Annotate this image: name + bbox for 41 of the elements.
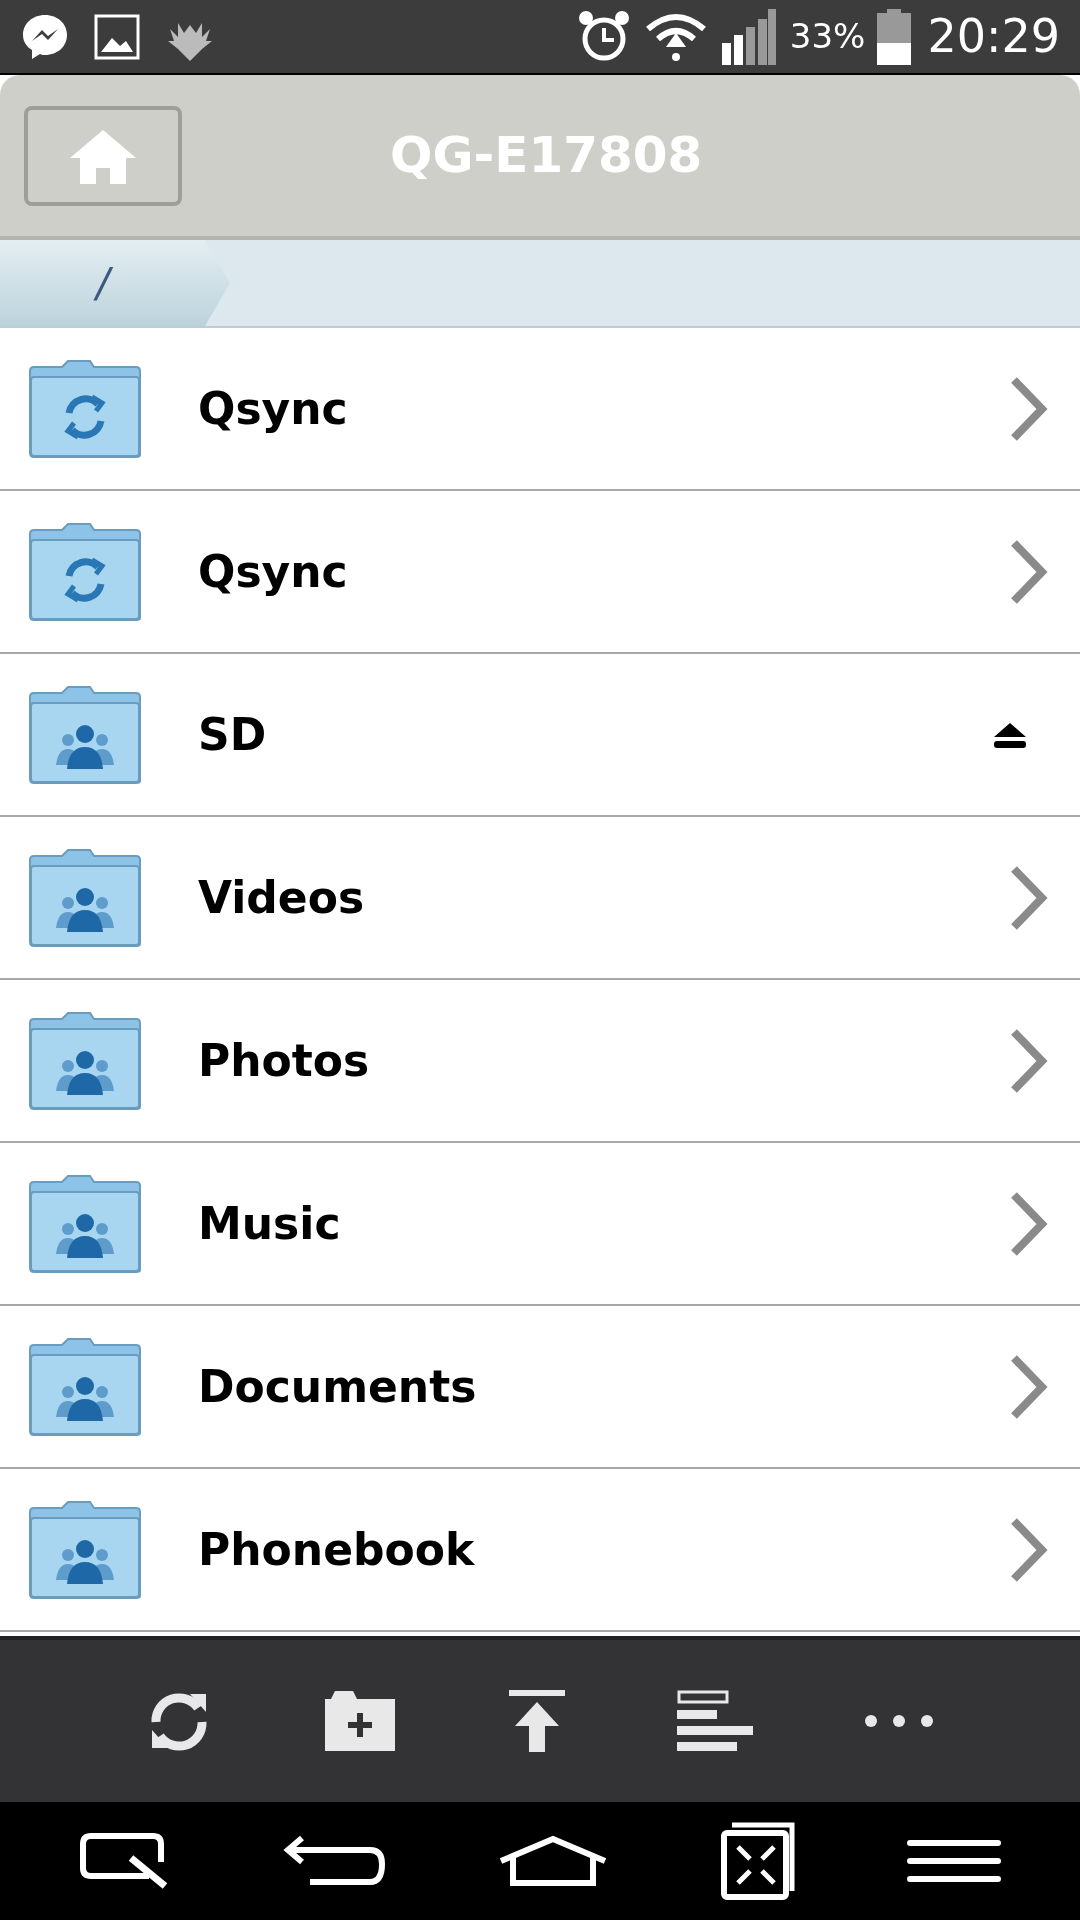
shared-folder-icon bbox=[28, 847, 142, 948]
sort-icon[interactable] bbox=[676, 1690, 753, 1752]
back-icon[interactable] bbox=[282, 1834, 387, 1888]
clock-time: 20:29 bbox=[927, 8, 1060, 65]
shared-folder-icon bbox=[28, 1499, 142, 1600]
image-icon bbox=[94, 13, 140, 60]
home-nav-icon[interactable] bbox=[497, 1835, 609, 1887]
folder-row[interactable]: Qsync bbox=[0, 491, 1080, 654]
signal-icon bbox=[719, 8, 778, 65]
folder-row[interactable]: SD bbox=[0, 654, 1080, 817]
folder-name: Qsync bbox=[198, 544, 349, 599]
folder-row[interactable]: Videos bbox=[0, 817, 1080, 980]
home-button[interactable] bbox=[24, 105, 182, 206]
more-icon[interactable] bbox=[864, 1714, 935, 1728]
folder-row[interactable]: Photos bbox=[0, 980, 1080, 1143]
folder-name: Phonebook bbox=[198, 1522, 476, 1577]
shared-folder-icon bbox=[28, 1336, 142, 1437]
folder-name: Photos bbox=[198, 1033, 371, 1088]
app-switch-icon[interactable] bbox=[719, 1821, 796, 1901]
upload-icon[interactable] bbox=[509, 1690, 565, 1752]
home-icon bbox=[68, 127, 138, 184]
folder-row[interactable]: Documents bbox=[0, 1306, 1080, 1469]
folder-name: Videos bbox=[198, 870, 366, 925]
folder-row[interactable]: Qsync bbox=[0, 328, 1080, 491]
sync-folder-icon bbox=[28, 521, 142, 622]
sync-folder-icon bbox=[28, 358, 142, 459]
shared-folder-icon bbox=[28, 1173, 142, 1274]
folder-row[interactable]: Phonebook bbox=[0, 1469, 1080, 1632]
breadcrumb-item[interactable]: / bbox=[0, 240, 230, 326]
shared-folder-icon bbox=[28, 684, 142, 785]
battery-percent: 33% bbox=[789, 15, 866, 58]
eject-icon[interactable] bbox=[992, 720, 1028, 749]
folder-name: Music bbox=[198, 1196, 342, 1251]
folder-name: SD bbox=[198, 707, 268, 762]
folder-row[interactable]: Music bbox=[0, 1143, 1080, 1306]
folder-name: Documents bbox=[198, 1359, 478, 1414]
menu-icon[interactable] bbox=[906, 1838, 1001, 1884]
new-folder-icon[interactable] bbox=[323, 1689, 398, 1753]
shared-folder-icon bbox=[28, 1010, 142, 1111]
folder-name: Qsync bbox=[198, 381, 349, 436]
battery-icon bbox=[877, 8, 912, 65]
